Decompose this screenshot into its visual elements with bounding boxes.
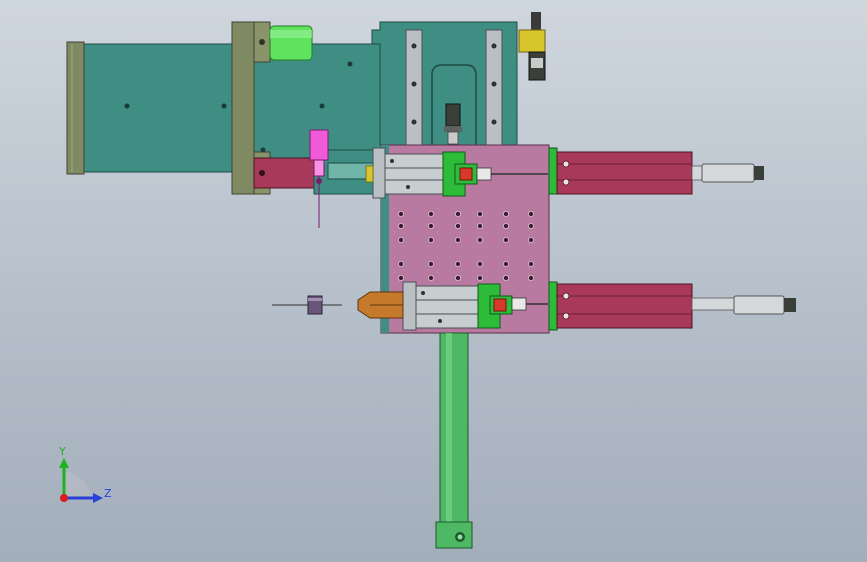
- plate-bolt-hole: [454, 210, 461, 217]
- triad-y-label: Y: [58, 445, 66, 458]
- plate-bolt-hole: [528, 274, 535, 281]
- plate-bolt-hole: [427, 210, 434, 217]
- purple-pickup-part: [272, 295, 342, 315]
- yellow-sensor: [518, 12, 546, 81]
- plate-bolt-hole: [454, 274, 461, 281]
- triad-z-label: Z: [104, 487, 112, 500]
- plate-bolt-hole: [502, 236, 509, 243]
- plate-bolt-hole: [397, 222, 404, 229]
- plate-bolt-hole: [397, 236, 404, 243]
- plate-bolt-hole: [476, 236, 483, 243]
- green-support-column: [435, 332, 473, 549]
- plate-bolt-hole: [502, 260, 509, 267]
- lower-slide-rail: [402, 281, 479, 331]
- cad-model-viewport[interactable]: Y Z: [0, 0, 867, 562]
- plate-bolt-hole: [528, 210, 535, 217]
- plate-bolt-hole: [427, 222, 434, 229]
- plate-bolt-hole: [502, 210, 509, 217]
- plate-bolt-hole: [502, 222, 509, 229]
- plate-bolt-hole: [476, 222, 483, 229]
- assembly-model-canvas[interactable]: Y Z: [0, 0, 867, 562]
- plate-bolt-hole: [427, 274, 434, 281]
- plate-bolt-hole: [528, 222, 535, 229]
- plate-bolt-hole: [454, 236, 461, 243]
- plate-bolt-hole: [528, 260, 535, 267]
- olive-end-plate: [66, 41, 85, 175]
- vertical-rail-right: [485, 29, 503, 146]
- plate-bolt-hole: [427, 260, 434, 267]
- upper-pneumatic-cylinder: [548, 147, 764, 195]
- plate-bolt-hole: [454, 260, 461, 267]
- plate-bolt-hole: [502, 274, 509, 281]
- vertical-rail-left: [405, 29, 423, 146]
- lower-orange-nozzle: [357, 291, 404, 319]
- green-motor-cylinder: [269, 25, 313, 61]
- plate-bolt-hole: [397, 274, 404, 281]
- plate-bolt-hole: [476, 260, 483, 267]
- upper-slide-rail: [365, 147, 444, 199]
- lower-pneumatic-cylinder: [548, 281, 796, 331]
- plate-bolt-hole: [454, 222, 461, 229]
- plate-bolt-hole: [476, 274, 483, 281]
- plate-bolt-hole: [528, 236, 535, 243]
- plate-bolt-hole: [476, 210, 483, 217]
- plate-bolt-hole: [397, 210, 404, 217]
- plate-bolt-hole: [427, 236, 434, 243]
- plate-bolt-hole: [397, 260, 404, 267]
- coordinate-triad-icon: Y Z: [58, 445, 112, 503]
